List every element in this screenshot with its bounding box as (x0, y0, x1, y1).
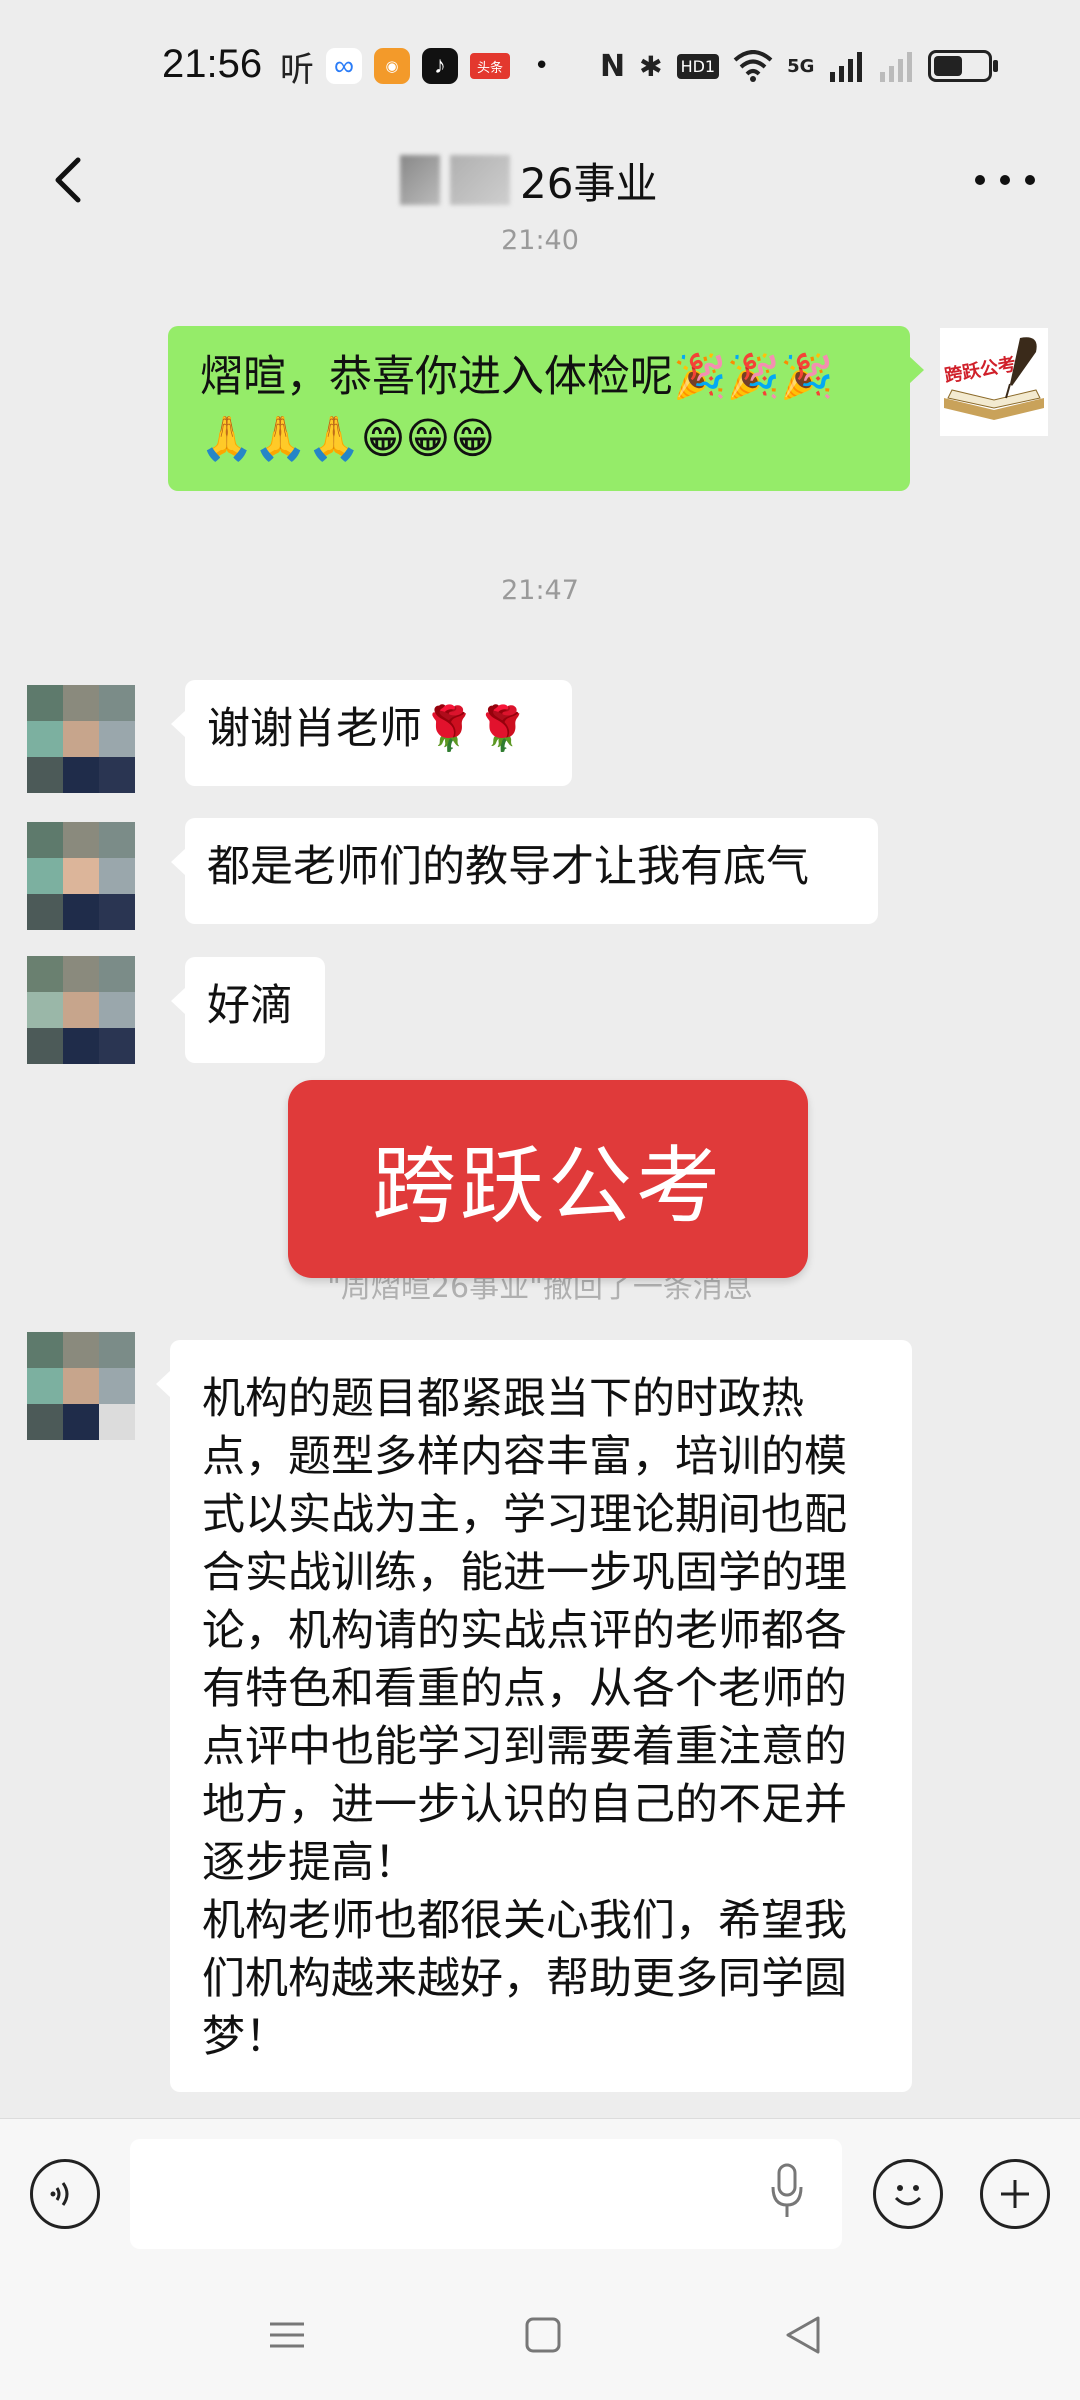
message-line: 点评中也能学习到需要着重注意的 (202, 1722, 847, 1772)
menu-icon[interactable] (262, 2310, 312, 2360)
blurred-name-part-1 (400, 155, 440, 205)
blurred-name-part-2 (450, 155, 510, 205)
status-app-icons: 听 ∞ ◉ ♪ 头条 • (280, 44, 550, 90)
contact-avatar[interactable] (27, 822, 135, 930)
message-line: 梦！ (202, 2012, 288, 2062)
back-triangle-icon[interactable] (778, 2310, 828, 2360)
signal-strength-2-icon (880, 52, 913, 82)
message-line: 合实战训练，能进一步巩固学的理 (202, 1548, 847, 1598)
home-square-icon[interactable] (518, 2310, 568, 2360)
outgoing-message-line-1: 熠暄，恭喜你进入体检呢🎉🎉🎉 (200, 352, 834, 402)
baidu-netdisk-icon: ∞ (326, 48, 362, 84)
message-line: 地方，进一步认识的自己的不足并 (202, 1780, 847, 1830)
message-line: 逐步提高！ (202, 1838, 417, 1888)
network-5g-icon: 5G (787, 55, 815, 77)
plus-icon[interactable] (980, 2159, 1050, 2229)
incoming-message-bubble[interactable]: 好滴 (171, 957, 325, 1063)
notification-dot-icon: • (534, 51, 550, 81)
incoming-message-bubble[interactable]: 谢谢肖老师🌹🌹 (171, 680, 572, 786)
message-line: 点，题型多样内容丰富，培训的模 (202, 1432, 847, 1482)
message-line: 机构的题目都紧跟当下的时政热 (202, 1374, 804, 1424)
incoming-message-bubble[interactable]: 都是老师们的教导才让我有底气 (171, 818, 878, 924)
more-options-icon[interactable] (975, 160, 1035, 200)
status-bar: 21:56 听 ∞ ◉ ♪ 头条 • N ✱ HD1 5G (0, 0, 1080, 130)
contact-avatar[interactable] (27, 956, 135, 1064)
status-time: 21:56 (162, 42, 263, 86)
nfc-icon: N (600, 48, 626, 84)
outgoing-message-line-2: 🙏🙏🙏😁😁😁 (200, 414, 496, 464)
tiktok-icon: ♪ (422, 48, 458, 84)
hd-icon: HD1 (676, 53, 720, 79)
brand-banner: 跨跃公考 (288, 1080, 808, 1278)
message-line: 有特色和看重的点，从各个老师的 (202, 1664, 847, 1714)
back-chevron-icon[interactable] (40, 150, 100, 210)
status-system-icons: N ✱ HD1 5G (600, 44, 999, 88)
message-line: 式以实战为主，学习理论期间也配 (202, 1490, 847, 1540)
my-avatar[interactable]: 跨跃公考 (940, 328, 1048, 436)
mic-icon[interactable] (770, 2159, 804, 2223)
timestamp: 21:47 (501, 575, 579, 606)
incoming-long-message-bubble[interactable]: 机构的题目都紧跟当下的时政热 点，题型多样内容丰富，培训的模 式以实战为主，学习… (156, 1340, 912, 2092)
chat-app-icon: ◉ (374, 48, 410, 84)
contact-avatar[interactable] (27, 685, 135, 793)
bluetooth-icon: ✱ (639, 49, 663, 83)
outgoing-message-bubble[interactable]: 熠暄，恭喜你进入体检呢🎉🎉🎉 🙏🙏🙏😁😁😁 (168, 326, 924, 491)
voice-toggle-icon[interactable] (30, 2159, 100, 2229)
message-line: 机构老师也都很关心我们，希望我 (202, 1896, 847, 1946)
message-line: 们机构越来越好，帮助更多同学圆 (202, 1954, 847, 2004)
signal-strength-icon (830, 52, 863, 82)
toutiao-icon: 头条 (470, 53, 510, 79)
chat-header: 26事业 (0, 130, 1080, 235)
message-input[interactable] (130, 2139, 842, 2249)
system-nav-bar (0, 2280, 1080, 2400)
message-input-bar (0, 2118, 1080, 2281)
message-line: 论，机构请的实战点评的老师都各 (202, 1606, 847, 1656)
chat-title-wrap: 26事业 (400, 148, 657, 212)
chat-title: 26事业 (520, 158, 658, 208)
battery-icon (928, 50, 999, 82)
listen-app-icon: 听 (280, 49, 314, 90)
contact-avatar[interactable] (27, 1332, 135, 1440)
wifi-icon (733, 50, 773, 82)
emoji-icon[interactable] (873, 2159, 943, 2229)
timestamp-partial: 21:40 (501, 225, 579, 256)
